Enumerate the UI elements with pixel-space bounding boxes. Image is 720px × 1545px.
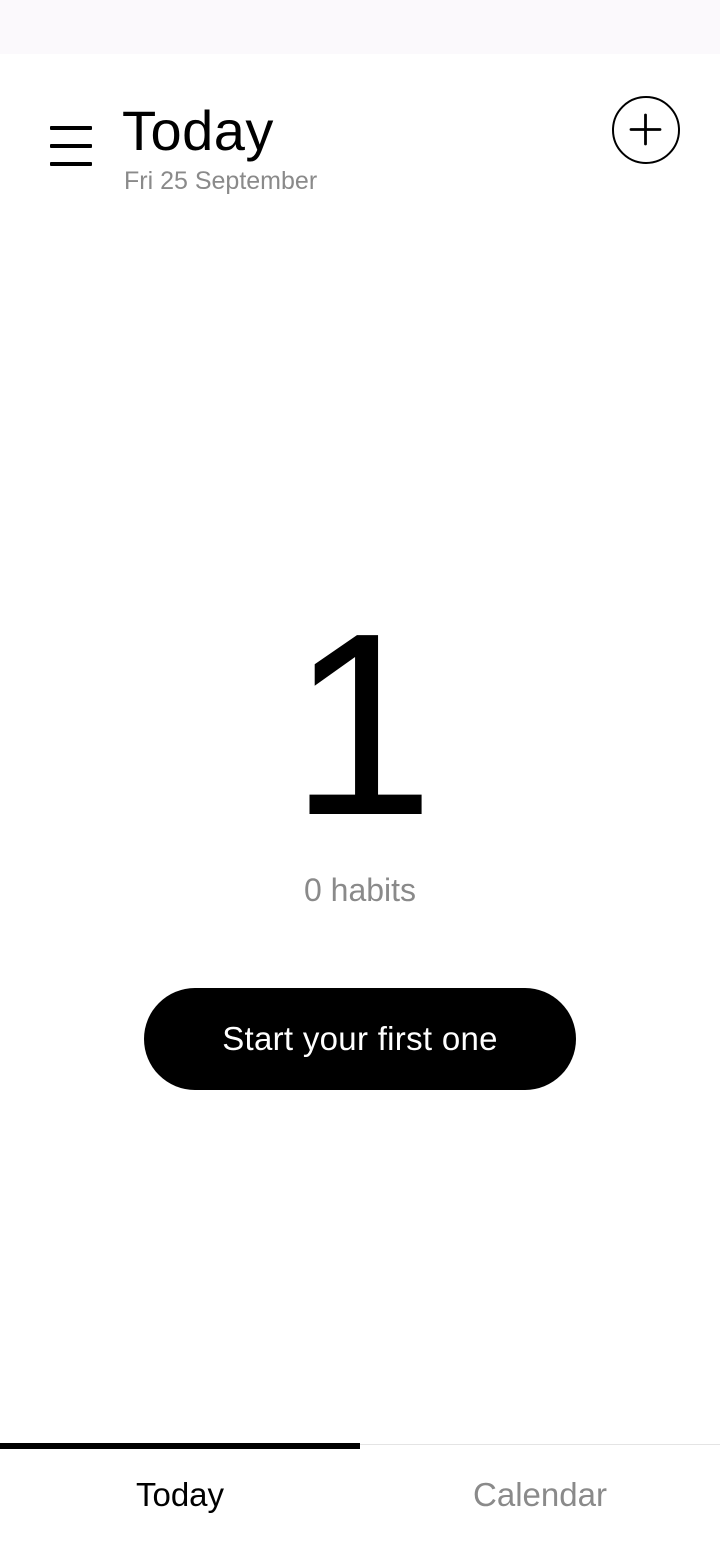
tab-calendar[interactable]: Calendar xyxy=(360,1445,720,1545)
hamburger-menu-icon[interactable] xyxy=(50,126,94,166)
tab-label: Today xyxy=(135,1476,225,1513)
tab-today[interactable]: Today xyxy=(0,1443,360,1545)
active-tab-indicator xyxy=(0,1443,360,1449)
bottom-tab-bar: Today Calendar xyxy=(0,1443,720,1545)
page-title: Today xyxy=(122,99,274,162)
page-date: Fri 25 September xyxy=(124,167,318,195)
tab-label: Calendar xyxy=(473,1476,607,1513)
status-bar xyxy=(0,0,720,54)
menu-line xyxy=(50,126,92,130)
menu-line xyxy=(50,162,92,166)
header: Today Fri 25 September xyxy=(0,54,720,224)
menu-line xyxy=(50,144,92,148)
add-habit-button[interactable] xyxy=(612,96,680,164)
habit-count: 0 habits xyxy=(303,872,417,908)
start-first-habit-button[interactable]: Start your first one xyxy=(144,988,576,1090)
streak-number: 1 xyxy=(289,580,435,870)
plus-icon xyxy=(629,113,662,146)
